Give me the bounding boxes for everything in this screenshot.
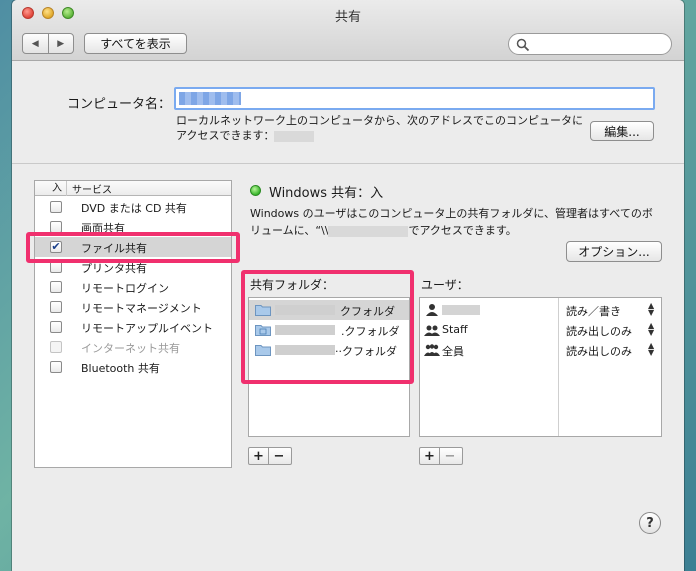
service-checkbox[interactable] bbox=[50, 301, 62, 313]
sharing-window: 共有 ◀ ▶ すべてを表示 コンピュータ名： ローカルネットワーク上のコンピュー… bbox=[12, 0, 684, 571]
forward-arrow-icon: ▶ bbox=[57, 38, 65, 49]
divider bbox=[12, 163, 684, 164]
service-row[interactable]: リモートアップルイベント bbox=[35, 317, 231, 337]
status-indicator-icon bbox=[250, 185, 261, 196]
service-row[interactable]: インターネット共有 bbox=[35, 337, 231, 357]
address-prefix: アクセスできます： bbox=[176, 129, 275, 142]
options-button[interactable]: オプション... bbox=[566, 241, 662, 262]
user-row[interactable]: Staff 読み出しのみ ▲ ▼ bbox=[420, 320, 661, 340]
services-list[interactable]: 入 サービス DVD または CD 共有 画面共有 ✔ ファイル共有 プリンタ共有 リモー… bbox=[34, 180, 232, 468]
header-service[interactable]: サービス bbox=[67, 181, 112, 196]
service-row[interactable]: リモートマネージメント bbox=[35, 297, 231, 317]
edit-button[interactable]: 編集... bbox=[590, 121, 654, 141]
service-label: リモートマネージメント bbox=[81, 302, 202, 315]
permission-popup[interactable]: 読み出しのみ bbox=[566, 323, 632, 339]
show-all-button[interactable]: すべてを表示 bbox=[84, 33, 187, 54]
windows-desc-part2-suffix: でアクセスできます。 bbox=[408, 224, 517, 237]
back-forward-control: ◀ ▶ bbox=[22, 33, 74, 54]
address-description-line1: ローカルネットワーク上のコンピュータから、次のアドレスでこのコンピュータに bbox=[176, 114, 583, 127]
redacted-windows-address bbox=[328, 225, 409, 237]
computer-name-label: コンピュータ名： bbox=[67, 97, 172, 112]
popup-arrows-icon: ▲ ▼ bbox=[648, 301, 655, 317]
service-row[interactable]: DVD または CD 共有 bbox=[35, 197, 231, 217]
redacted-address bbox=[274, 130, 315, 142]
help-button[interactable]: ? bbox=[639, 512, 661, 534]
add-folder-button[interactable]: + bbox=[249, 448, 269, 464]
service-row[interactable]: Bluetooth 共有 bbox=[35, 357, 231, 377]
windows-desc-part2-prefix: リュームに、“\\ bbox=[250, 224, 329, 237]
windows-desc-part1: Windows のユーザはこのコンピュータ上の共有フォルダに、管理者はすべてのボ bbox=[250, 207, 653, 220]
service-checkbox[interactable] bbox=[50, 201, 62, 213]
service-label: リモートログイン bbox=[81, 282, 169, 295]
services-list-header: 入 サービス bbox=[35, 180, 231, 196]
service-label: DVD または CD 共有 bbox=[81, 202, 187, 215]
everyone-icon bbox=[424, 344, 440, 356]
remove-user-button[interactable]: − bbox=[440, 448, 460, 464]
service-label: Bluetooth 共有 bbox=[81, 362, 160, 375]
user-name: Staff bbox=[442, 323, 468, 336]
popup-arrows-icon: ▲ ▼ bbox=[648, 341, 655, 357]
folders-add-remove: + − bbox=[248, 447, 292, 465]
back-button[interactable]: ◀ bbox=[23, 34, 49, 53]
group-icon bbox=[424, 325, 440, 336]
header-on[interactable]: 入 bbox=[35, 180, 67, 196]
computer-name-field[interactable] bbox=[174, 87, 655, 110]
shared-folders-highlight-box bbox=[241, 270, 414, 384]
computer-address-description: ローカルネットワーク上のコンピュータから、次のアドレスでこのコンピュータに アク… bbox=[176, 113, 583, 143]
remove-folder-button[interactable]: − bbox=[269, 448, 289, 464]
user-row[interactable]: 読み／書き ▲ ▼ bbox=[420, 300, 661, 320]
service-label: リモートアップルイベント bbox=[81, 322, 213, 335]
address-description-line2: アクセスできます： bbox=[176, 128, 583, 143]
service-row[interactable]: リモートログイン bbox=[35, 277, 231, 297]
add-user-button[interactable]: + bbox=[420, 448, 440, 464]
service-checkbox[interactable] bbox=[50, 341, 62, 353]
permission-popup[interactable]: 読み出しのみ bbox=[566, 343, 632, 359]
redacted-user-name bbox=[442, 305, 480, 315]
back-arrow-icon: ◀ bbox=[31, 38, 39, 49]
users-label: ユーザ： bbox=[421, 278, 469, 292]
users-add-remove: + − bbox=[419, 447, 463, 465]
service-label: インターネット共有 bbox=[81, 342, 180, 355]
service-checkbox[interactable] bbox=[50, 321, 62, 333]
windows-access-description: Windows のユーザはこのコンピュータ上の共有フォルダに、管理者はすべてのボ… bbox=[250, 205, 670, 239]
user-row[interactable]: 全員 読み出しのみ ▲ ▼ bbox=[420, 340, 661, 360]
service-checkbox[interactable] bbox=[50, 281, 62, 293]
search-icon bbox=[516, 38, 530, 52]
redacted-computer-name bbox=[179, 92, 241, 105]
forward-button[interactable]: ▶ bbox=[49, 34, 74, 53]
title-bar: 共有 ◀ ▶ すべてを表示 bbox=[12, 0, 684, 61]
file-sharing-highlight-box bbox=[26, 232, 240, 263]
user-name: 全員 bbox=[442, 345, 464, 358]
service-status: Windows 共有：入 bbox=[269, 186, 384, 201]
popup-arrows-icon: ▲ ▼ bbox=[648, 321, 655, 337]
users-list[interactable]: 読み／書き ▲ ▼ Staff 読み出しのみ ▲ ▼ 全員 読み出しのみ ▲ ▼ bbox=[419, 297, 662, 437]
window-title: 共有 bbox=[334, 10, 361, 25]
search-input[interactable] bbox=[508, 33, 672, 55]
service-checkbox[interactable] bbox=[50, 361, 62, 373]
user-icon bbox=[426, 304, 438, 316]
permission-popup[interactable]: 読み／書き bbox=[566, 303, 621, 319]
